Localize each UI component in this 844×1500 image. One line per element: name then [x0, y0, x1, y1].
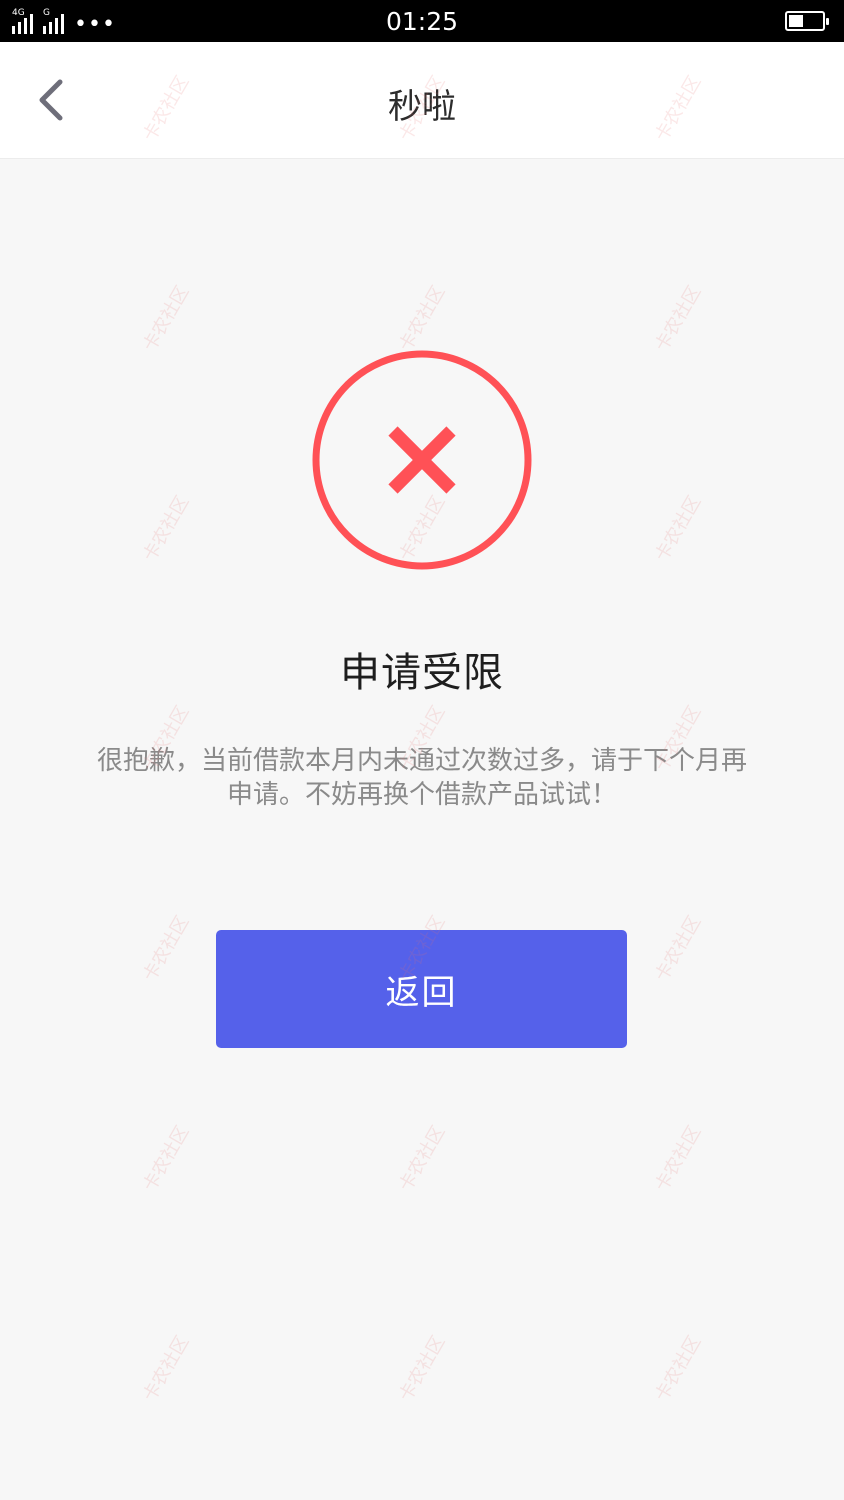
chevron-left-icon — [39, 79, 63, 121]
status-time: 01:25 — [385, 7, 459, 36]
watermark-text: 卡农社区 — [651, 1122, 706, 1196]
page: 4G G ••• 01:25 秒啦 申请受限 很抱歉，当前借款本月内未通过次数过… — [0, 0, 844, 1500]
back-button[interactable] — [22, 64, 82, 136]
battery-icon — [785, 11, 829, 31]
watermark-text: 卡农社区 — [395, 1122, 450, 1196]
nav-header: 秒啦 — [0, 42, 844, 159]
watermark-text: 卡农社区 — [139, 492, 194, 566]
page-title: 秒啦 — [388, 87, 456, 127]
watermark-text: 卡农社区 — [139, 1332, 194, 1406]
error-x-icon — [312, 350, 532, 570]
watermark-text: 卡农社区 — [395, 1332, 450, 1406]
watermark-text: 卡农社区 — [139, 1122, 194, 1196]
watermark-text: 卡农社区 — [651, 492, 706, 566]
watermark-text: 卡农社区 — [139, 282, 194, 356]
watermark-text: 卡农社区 — [651, 282, 706, 356]
watermark-text: 卡农社区 — [139, 912, 194, 986]
status-bar: 4G G ••• 01:25 — [0, 0, 844, 42]
result-title: 申请受限 — [340, 650, 504, 696]
watermark-text: 卡农社区 — [651, 1332, 706, 1406]
watermark-text: 卡农社区 — [651, 912, 706, 986]
return-button[interactable]: 返回 — [216, 930, 627, 1048]
result-message: 很抱歉，当前借款本月内未通过次数过多，请于下个月再申请。不妨再换个借款产品试试！ — [96, 746, 747, 810]
